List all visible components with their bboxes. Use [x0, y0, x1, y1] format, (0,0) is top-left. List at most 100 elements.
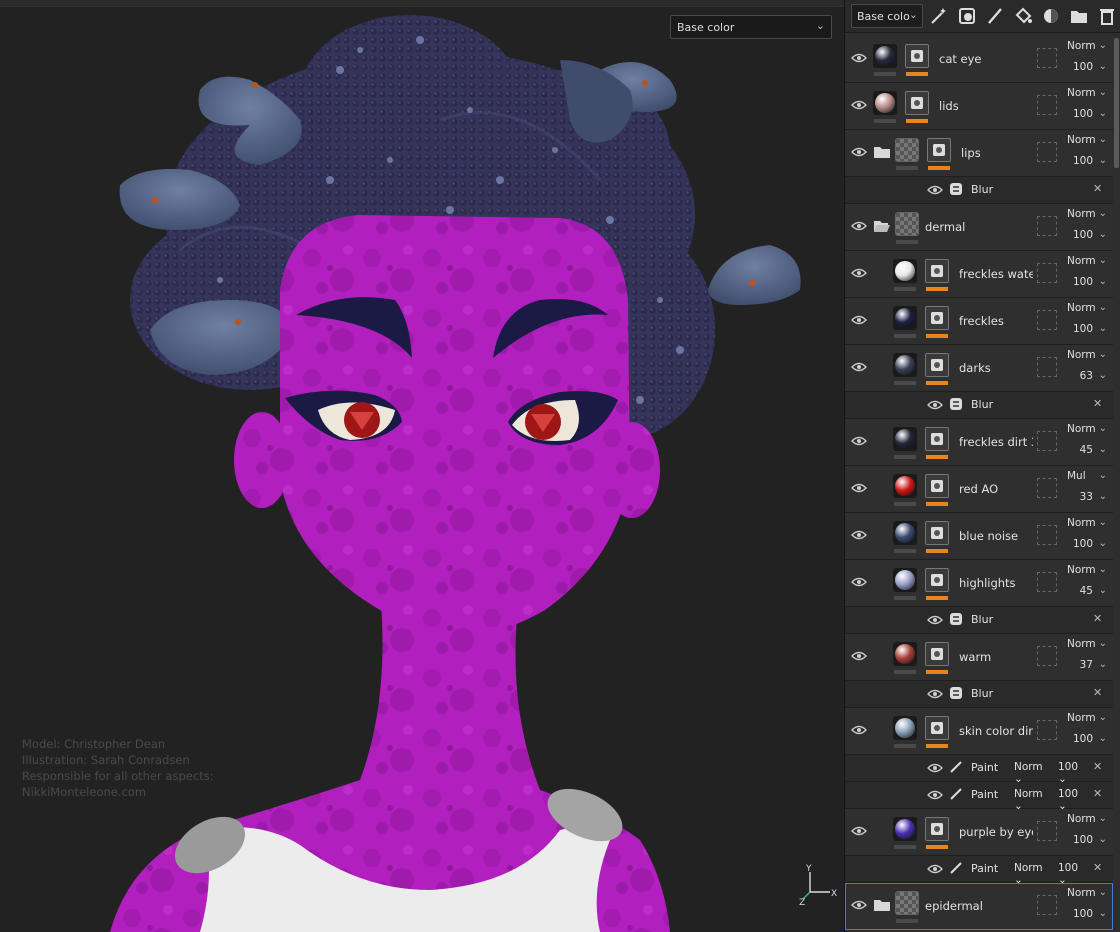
opacity-swatch[interactable] — [1037, 572, 1057, 592]
layer-row[interactable]: freckles dirt 3 Norm ⌄ 45 ⌄ — [845, 419, 1113, 466]
close-icon[interactable]: ✕ — [1093, 760, 1102, 773]
layer-name[interactable]: warm — [959, 650, 1033, 664]
blend-mode-dropdown[interactable]: Norm ⌄ — [1067, 423, 1107, 435]
layer-mask-thumbnail[interactable] — [925, 306, 949, 330]
opacity-swatch[interactable] — [1037, 310, 1057, 330]
layer-mask-thumbnail[interactable] — [925, 568, 949, 592]
layer-mask-thumbnail[interactable] — [925, 427, 949, 451]
paint-effect-row[interactable]: Paint Norm ⌄ 100 ⌄ ✕ — [845, 782, 1113, 812]
viewport-channel-select[interactable]: Base color ⌄ — [670, 15, 832, 39]
eye-icon[interactable] — [851, 50, 867, 66]
channel-dropdown[interactable]: Base colo ⌄ — [851, 4, 923, 28]
eye-icon[interactable] — [927, 760, 943, 776]
close-icon[interactable]: ✕ — [1093, 182, 1102, 195]
eye-icon[interactable] — [851, 480, 867, 496]
paint-effect-row[interactable]: Paint Norm ⌄ 100 ⌄ ✕ — [845, 755, 1113, 785]
opacity-swatch[interactable] — [1037, 895, 1057, 915]
opacity-swatch[interactable] — [1037, 525, 1057, 545]
blend-mode-dropdown[interactable]: Norm ⌄ — [1067, 87, 1107, 99]
filter-effect-row[interactable]: Blur ✕ — [845, 607, 1113, 634]
filter-effect-row[interactable]: Blur ✕ — [845, 177, 1113, 204]
eye-icon[interactable] — [851, 574, 867, 590]
layer-mask-thumbnail[interactable] — [925, 817, 949, 841]
close-icon[interactable]: ✕ — [1093, 397, 1102, 410]
layer-row[interactable]: skin color dirt 3 Norm⌄ 100 ⌄ — [845, 708, 1113, 755]
opacity-swatch[interactable] — [1037, 821, 1057, 841]
smart-mask-icon[interactable] — [1041, 6, 1061, 26]
effect-name[interactable]: Blur — [971, 613, 993, 626]
layer-name[interactable]: freckles dirt 3 — [959, 435, 1033, 449]
3d-viewport[interactable]: Base color ⌄ Model: Christopher Dean Ill… — [0, 0, 844, 932]
eye-icon[interactable] — [851, 265, 867, 281]
eye-icon[interactable] — [851, 648, 867, 664]
opacity-swatch[interactable] — [1037, 431, 1057, 451]
blend-mode-dropdown[interactable]: Norm ⌄ — [1067, 813, 1107, 825]
eye-icon[interactable] — [927, 612, 943, 628]
eye-icon[interactable] — [927, 182, 943, 198]
blend-mode-dropdown[interactable]: Norm ⌄ — [1067, 302, 1107, 314]
effect-name[interactable]: Blur — [971, 687, 993, 700]
layer-mask-thumbnail[interactable] — [905, 44, 929, 68]
layer-row[interactable]: freckles wate... Norm⌄ 100 ⌄ — [845, 251, 1113, 298]
layer-name[interactable]: skin color dirt 3 — [959, 724, 1033, 738]
eye-icon[interactable] — [927, 686, 943, 702]
close-icon[interactable]: ✕ — [1093, 861, 1102, 874]
effect-name[interactable]: Paint — [971, 761, 998, 774]
eye-icon[interactable] — [927, 787, 943, 803]
eye-icon[interactable] — [851, 144, 867, 160]
folder-icon[interactable] — [873, 145, 891, 159]
eye-icon[interactable] — [851, 527, 867, 543]
opacity-swatch[interactable] — [1037, 720, 1057, 740]
paint-effect-row[interactable]: Paint Norm ⌄ 100 ⌄ ✕ — [845, 856, 1113, 886]
effects-wand-icon[interactable] — [929, 6, 949, 26]
layer-mask-thumbnail[interactable] — [925, 642, 949, 666]
close-icon[interactable]: ✕ — [1093, 686, 1102, 699]
folder-open-icon[interactable] — [873, 219, 891, 233]
layer-name[interactable]: dermal — [925, 220, 1033, 234]
layer-mask-thumbnail[interactable] — [927, 138, 951, 162]
layer-name[interactable]: darks — [959, 361, 1033, 375]
layer-row[interactable]: lips Norm ⌄ 100 ⌄ — [845, 130, 1113, 177]
eye-icon[interactable] — [927, 397, 943, 413]
layer-mask-thumbnail[interactable] — [925, 353, 949, 377]
folder-icon[interactable] — [873, 898, 891, 912]
layer-row[interactable]: warm Norm ⌄ 37 ⌄ — [845, 634, 1113, 681]
eye-icon[interactable] — [851, 312, 867, 328]
layer-name[interactable]: highlights — [959, 576, 1033, 590]
trash-icon[interactable] — [1097, 6, 1117, 26]
opacity-swatch[interactable] — [1037, 646, 1057, 666]
layer-row[interactable]: cat eye Norm ⌄ 100 ⌄ — [845, 36, 1113, 83]
eye-icon[interactable] — [851, 722, 867, 738]
layer-name[interactable]: purple by eye... — [959, 825, 1033, 839]
eye-icon[interactable] — [851, 218, 867, 234]
eye-icon[interactable] — [851, 897, 867, 913]
paint-brush-icon[interactable] — [985, 6, 1005, 26]
opacity-swatch[interactable] — [1037, 478, 1057, 498]
layer-row[interactable]: dermal Norm ⌄ 100 ⌄ — [845, 204, 1113, 251]
layer-scrollbar[interactable] — [1114, 38, 1119, 168]
layer-name[interactable]: freckles wate... — [959, 267, 1033, 281]
eye-icon[interactable] — [851, 433, 867, 449]
layer-name[interactable]: epidermal — [925, 899, 1033, 913]
eye-icon[interactable] — [851, 97, 867, 113]
smart-material-icon[interactable] — [957, 6, 977, 26]
blend-mode-dropdown[interactable]: Norm ⌄ — [1067, 349, 1107, 361]
layer-row[interactable]: lids Norm ⌄ 100 ⌄ — [845, 83, 1113, 130]
close-icon[interactable]: ✕ — [1093, 787, 1102, 800]
effect-name[interactable]: Paint — [971, 788, 998, 801]
layer-row[interactable]: purple by eye... Norm⌄ 100 ⌄ — [845, 809, 1113, 856]
blend-mode-dropdown[interactable]: Norm ⌄ — [1067, 712, 1107, 724]
eye-icon[interactable] — [851, 823, 867, 839]
layer-row[interactable]: red AO Mul ⌄ 33 ⌄ — [845, 466, 1113, 513]
blend-mode-dropdown[interactable]: Norm ⌄ — [1067, 564, 1107, 576]
opacity-swatch[interactable] — [1037, 357, 1057, 377]
blend-mode-dropdown[interactable]: Norm ⌄ — [1067, 517, 1107, 529]
layer-mask-thumbnail[interactable] — [905, 91, 929, 115]
filter-effect-row[interactable]: Blur ✕ — [845, 681, 1113, 708]
opacity-swatch[interactable] — [1037, 142, 1057, 162]
effect-name[interactable]: Blur — [971, 183, 993, 196]
opacity-swatch[interactable] — [1037, 48, 1057, 68]
effect-name[interactable]: Blur — [971, 398, 993, 411]
blend-mode-dropdown[interactable]: Norm ⌄ — [1067, 255, 1107, 267]
blend-mode-dropdown[interactable]: Norm ⌄ — [1067, 208, 1107, 220]
